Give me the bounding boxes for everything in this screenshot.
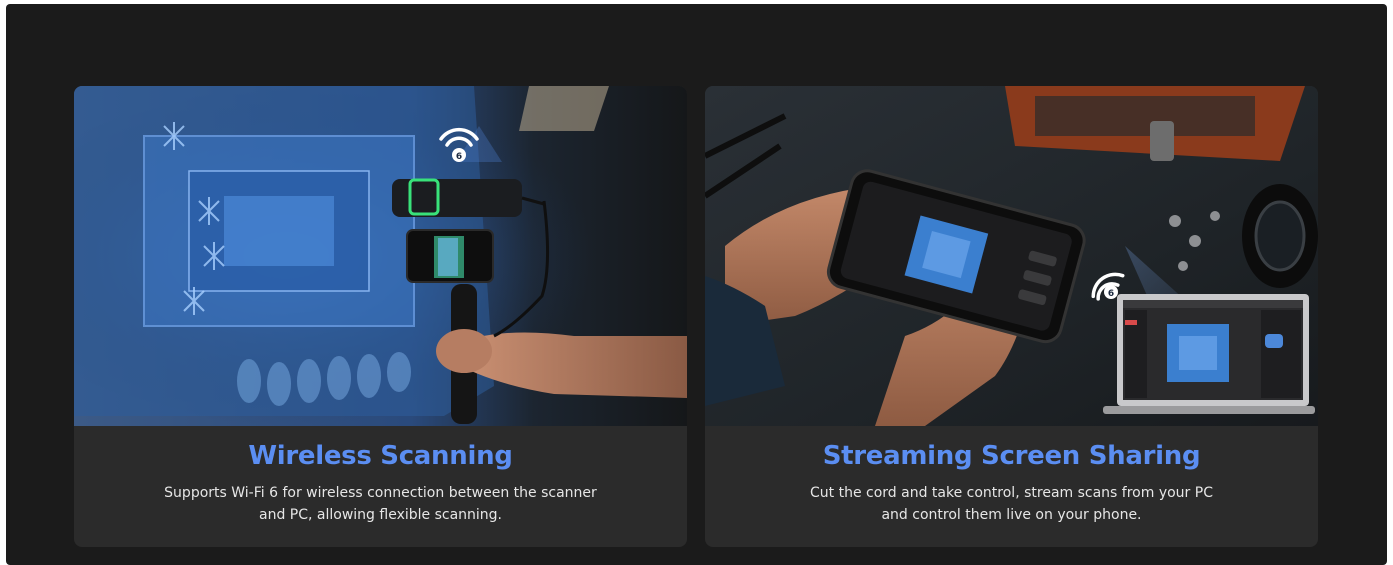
svg-text:6: 6 [456, 152, 462, 162]
feature-card-wireless-scanning: 6 Wireless Scanning Supports Wi-Fi 6 for… [74, 86, 687, 547]
svg-text:6: 6 [1108, 289, 1114, 299]
feature-section: 6 Wireless Scanning Supports Wi-Fi 6 for… [6, 4, 1387, 565]
wireless-scanning-image: 6 [74, 86, 687, 426]
card-title: Wireless Scanning [248, 441, 513, 471]
streaming-screen-sharing-image: 6 [705, 86, 1318, 426]
card-description: Cut the cord and take control, stream sc… [810, 485, 1213, 523]
feature-card-streaming-screen-sharing: 6 Streaming Screen Sharing Cut the cord … [705, 86, 1318, 547]
card-description: Supports Wi-Fi 6 for wireless connection… [164, 485, 597, 523]
card-title: Streaming Screen Sharing [822, 441, 1201, 471]
